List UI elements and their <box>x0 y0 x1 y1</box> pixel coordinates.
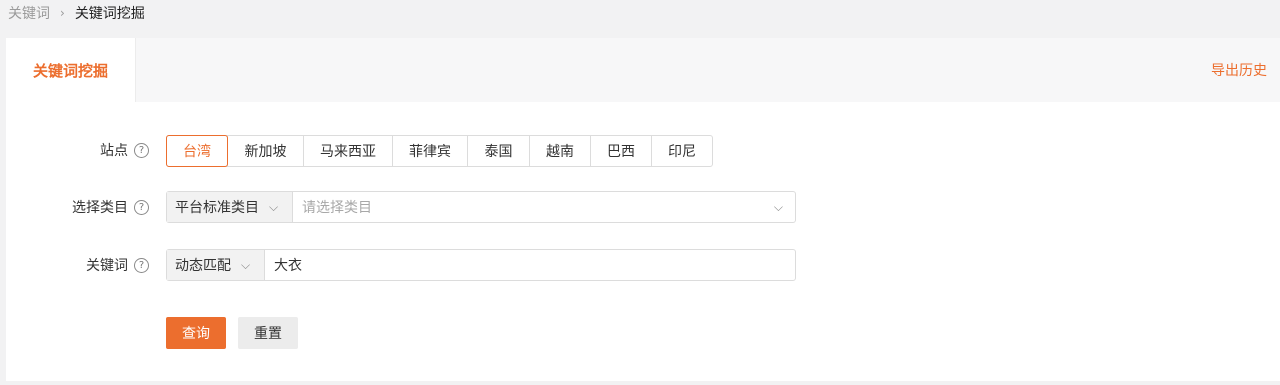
category-placeholder: 请选择类目 <box>302 200 372 216</box>
site-selector: 台湾 新加坡 马来西亚 菲律宾 泰国 越南 巴西 印尼 <box>166 135 713 167</box>
site-option-philippines[interactable]: 菲律宾 <box>392 136 467 166</box>
site-label: 站点 <box>100 143 128 159</box>
main-panel: 关键词挖掘 导出历史 站点 ? 台湾 新加坡 马来西亚 菲律宾 泰国 越南 巴西… <box>6 38 1280 381</box>
keyword-label: 关键词 <box>86 258 128 274</box>
keyword-input-group: 动态匹配 ⌵ 大衣 <box>166 249 796 281</box>
export-history-link[interactable]: 导出历史 <box>1211 38 1267 102</box>
category-type-value: 平台标准类目 <box>175 200 259 216</box>
breadcrumb-separator-icon: › <box>60 6 65 20</box>
site-option-thailand[interactable]: 泰国 <box>467 136 529 166</box>
breadcrumb-current: 关键词挖掘 <box>74 6 145 22</box>
site-option-malaysia[interactable]: 马来西亚 <box>303 136 392 166</box>
breadcrumb-parent-link[interactable]: 关键词 <box>8 3 50 23</box>
help-icon[interactable]: ? <box>134 199 149 215</box>
keyword-input[interactable]: 大衣 <box>265 250 795 280</box>
category-type-select[interactable]: 平台标准类目 ⌵ <box>167 192 293 222</box>
site-option-taiwan[interactable]: 台湾 <box>166 135 228 167</box>
tab-keyword-mining[interactable]: 关键词挖掘 <box>6 38 136 102</box>
site-label-group: 站点 ? <box>100 135 149 165</box>
reset-button[interactable]: 重置 <box>238 317 298 349</box>
chevron-down-icon: ⌵ <box>773 199 783 214</box>
help-icon[interactable]: ? <box>134 257 149 273</box>
category-label: 选择类目 <box>72 200 128 216</box>
site-option-vietnam[interactable]: 越南 <box>529 136 590 166</box>
help-icon[interactable]: ? <box>134 142 149 158</box>
category-label-group: 选择类目 ? <box>72 191 149 223</box>
site-option-brazil[interactable]: 巴西 <box>590 136 651 166</box>
category-select[interactable]: 请选择类目 ⌵ <box>293 192 795 222</box>
chevron-down-icon: ⌵ <box>241 257 251 272</box>
chevron-down-icon: ⌵ <box>269 199 279 214</box>
tab-bar: 关键词挖掘 导出历史 <box>6 38 1280 102</box>
site-option-singapore[interactable]: 新加坡 <box>227 136 303 166</box>
match-mode-select[interactable]: 动态匹配 ⌵ <box>167 250 265 280</box>
query-button[interactable]: 查询 <box>166 317 226 349</box>
keyword-label-group: 关键词 ? <box>86 249 149 281</box>
match-mode-value: 动态匹配 <box>175 258 231 274</box>
breadcrumb: 关键词 › 关键词挖掘 <box>8 0 145 26</box>
category-selector: 平台标准类目 ⌵ 请选择类目 ⌵ <box>166 191 796 223</box>
site-option-indonesia[interactable]: 印尼 <box>651 136 712 166</box>
